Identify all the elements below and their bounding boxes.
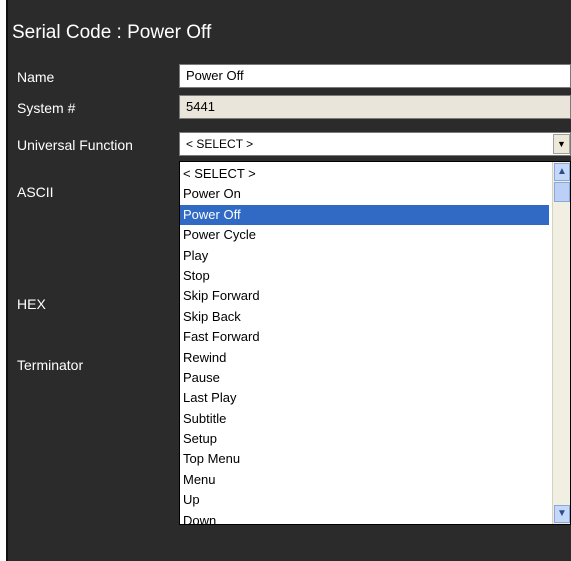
dropdown-option[interactable]: Play: [180, 246, 549, 266]
dropdown-option[interactable]: Menu: [180, 470, 549, 490]
dropdown-option[interactable]: Power On: [180, 184, 549, 204]
name-field[interactable]: Power Off: [179, 64, 571, 88]
dropdown-option[interactable]: Up: [180, 490, 549, 510]
dropdown-option[interactable]: Fast Forward: [180, 327, 549, 347]
universal-function-dropdown-list[interactable]: < SELECT > Power On Power Off Power Cycle Pl…: [179, 161, 571, 525]
dropdown-option[interactable]: < SELECT >: [180, 164, 549, 184]
dropdown-option[interactable]: Top Menu: [180, 449, 549, 469]
system-number-field: 5441: [179, 95, 571, 119]
dropdown-option[interactable]: Last Play: [180, 388, 549, 408]
dropdown-option[interactable]: Setup: [180, 429, 549, 449]
hex-label: HEX: [17, 296, 46, 312]
terminator-label: Terminator: [17, 357, 84, 373]
chevron-up-icon[interactable]: ▲: [554, 163, 570, 181]
option-list: < SELECT > Power On Power Off Power Cycle Pl…: [180, 164, 549, 524]
dropdown-option[interactable]: Subtitle: [180, 409, 549, 429]
dropdown-option[interactable]: Rewind: [180, 348, 549, 368]
dropdown-option[interactable]: Down: [180, 511, 549, 524]
ascii-label: ASCII: [17, 184, 54, 200]
universal-function-selected-value: < SELECT >: [186, 137, 254, 151]
dropdown-scrollbar[interactable]: ▲ ▼: [552, 162, 570, 524]
universal-function-select[interactable]: < SELECT > ▼: [179, 132, 571, 156]
name-label: Name: [17, 69, 55, 85]
dropdown-option[interactable]: Skip Back: [180, 307, 549, 327]
dropdown-option[interactable]: Skip Forward: [180, 286, 549, 306]
dropdown-option[interactable]: Stop: [180, 266, 549, 286]
chevron-down-icon[interactable]: ▼: [553, 134, 570, 154]
page-title: Serial Code : Power Off: [12, 22, 212, 43]
universal-function-label: Universal Function: [17, 137, 133, 153]
dropdown-option[interactable]: Power Cycle: [180, 225, 549, 245]
dropdown-option[interactable]: Power Off: [180, 204, 549, 226]
dropdown-option[interactable]: Pause: [180, 368, 549, 388]
chevron-down-icon[interactable]: ▼: [554, 505, 570, 523]
scrollbar-thumb[interactable]: [554, 182, 570, 202]
system-number-label: System #: [17, 100, 76, 116]
